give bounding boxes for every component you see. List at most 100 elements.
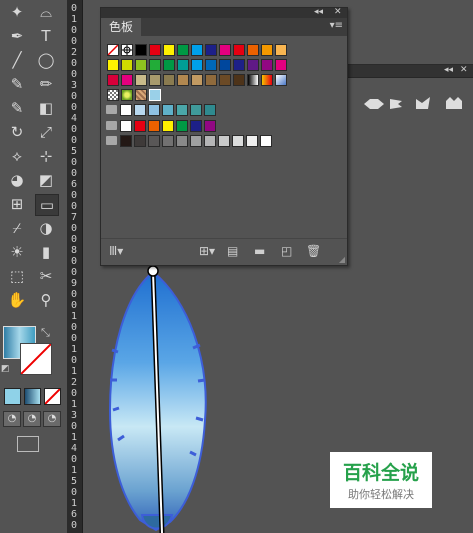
- line-icon[interactable]: ╱: [6, 50, 28, 70]
- color-swatch[interactable]: [191, 74, 203, 86]
- color-swatch[interactable]: [135, 89, 147, 101]
- blob-brush-icon[interactable]: ✎: [6, 98, 28, 118]
- color-swatch[interactable]: [163, 74, 175, 86]
- color-swatch[interactable]: [260, 135, 272, 147]
- color-swatch[interactable]: [205, 59, 217, 71]
- color-swatch[interactable]: [162, 104, 174, 116]
- color-swatch[interactable]: [275, 44, 287, 56]
- draw-behind-icon[interactable]: ◔: [23, 411, 41, 427]
- swatch-libraries-menu-icon[interactable]: Ⅲ▾: [109, 245, 123, 257]
- ellipse-icon[interactable]: ◯: [35, 50, 57, 70]
- eraser-icon[interactable]: ◧: [35, 98, 57, 118]
- color-swatch[interactable]: [107, 89, 119, 101]
- color-swatch[interactable]: [205, 44, 217, 56]
- rotate-icon[interactable]: ↻: [6, 122, 28, 142]
- paintbrush-icon[interactable]: ✎: [6, 74, 28, 94]
- color-swatch[interactable]: [190, 120, 202, 132]
- pencil-icon[interactable]: ✏: [35, 74, 57, 94]
- free-transform-icon[interactable]: ⊹: [35, 146, 57, 166]
- new-color-group-icon[interactable]: ▬: [254, 245, 265, 257]
- color-group-folder-icon[interactable]: [106, 121, 117, 130]
- close-icon[interactable]: ✕: [460, 65, 468, 75]
- color-swatch[interactable]: [177, 44, 189, 56]
- color-swatch[interactable]: [162, 120, 174, 132]
- color-swatch[interactable]: [204, 135, 216, 147]
- color-swatch[interactable]: [148, 104, 160, 116]
- color-swatch[interactable]: [191, 59, 203, 71]
- perspective-icon[interactable]: ◩: [35, 170, 57, 190]
- color-swatch[interactable]: [204, 120, 216, 132]
- none-swatch[interactable]: [107, 44, 119, 56]
- color-swatch[interactable]: [177, 59, 189, 71]
- magic-wand-icon[interactable]: ✦: [6, 2, 28, 22]
- color-swatch[interactable]: [275, 59, 287, 71]
- none-mode-icon[interactable]: [44, 388, 61, 405]
- resize-grip-icon[interactable]: ◢: [339, 255, 345, 264]
- new-swatch-icon[interactable]: ◰: [281, 245, 292, 257]
- color-swatch[interactable]: [120, 120, 132, 132]
- color-swatch[interactable]: [121, 59, 133, 71]
- panel-menu-icon[interactable]: ▾≡: [330, 20, 343, 31]
- color-swatch[interactable]: [261, 44, 273, 56]
- color-swatch[interactable]: [149, 89, 161, 101]
- delete-swatch-icon[interactable]: 🗑: [306, 245, 321, 257]
- eyedropper-icon[interactable]: ⌿: [6, 218, 28, 238]
- color-swatch[interactable]: [219, 74, 231, 86]
- color-swatch[interactable]: [191, 44, 203, 56]
- color-swatch[interactable]: [246, 135, 258, 147]
- default-colors-icon[interactable]: ◩: [1, 364, 10, 374]
- color-swatch[interactable]: [176, 135, 188, 147]
- color-swatch[interactable]: [247, 59, 259, 71]
- show-swatch-kinds-icon[interactable]: ⊞▾: [199, 245, 215, 257]
- color-swatch[interactable]: [176, 104, 188, 116]
- swatch-options-icon[interactable]: ▤: [227, 245, 238, 257]
- color-swatch[interactable]: [219, 59, 231, 71]
- color-swatch[interactable]: [176, 120, 188, 132]
- color-swatch[interactable]: [275, 74, 287, 86]
- color-swatch[interactable]: [163, 59, 175, 71]
- color-swatch[interactable]: [120, 104, 132, 116]
- gradient-icon[interactable]: ▭: [35, 194, 59, 216]
- collapse-icon[interactable]: ◂◂: [444, 65, 453, 75]
- color-swatch[interactable]: [261, 59, 273, 71]
- color-swatch[interactable]: [190, 135, 202, 147]
- tab-swatches[interactable]: 色板: [101, 18, 142, 36]
- color-swatch[interactable]: [247, 44, 259, 56]
- color-swatch[interactable]: [232, 135, 244, 147]
- swap-fill-stroke-icon[interactable]: ⤡: [41, 326, 50, 340]
- artboard-icon[interactable]: ⬚: [6, 266, 28, 286]
- width-icon[interactable]: ⟡: [6, 146, 28, 166]
- color-swatch[interactable]: [135, 59, 147, 71]
- color-swatch[interactable]: [107, 74, 119, 86]
- color-swatch[interactable]: [121, 74, 133, 86]
- pen-icon[interactable]: ✒: [6, 26, 28, 46]
- color-swatch[interactable]: [135, 74, 147, 86]
- color-swatch[interactable]: [148, 120, 160, 132]
- lasso-icon[interactable]: ⌓: [35, 2, 57, 22]
- color-mode-icon[interactable]: [4, 388, 21, 405]
- color-swatch[interactable]: [149, 44, 161, 56]
- registration-swatch[interactable]: [121, 44, 133, 56]
- color-swatch[interactable]: [233, 44, 245, 56]
- color-swatch[interactable]: [205, 74, 217, 86]
- color-swatch[interactable]: [190, 104, 202, 116]
- color-swatch[interactable]: [149, 74, 161, 86]
- color-swatch[interactable]: [120, 135, 132, 147]
- color-swatch[interactable]: [218, 135, 230, 147]
- color-swatch[interactable]: [233, 74, 245, 86]
- mesh-icon[interactable]: ⊞: [6, 194, 28, 214]
- color-swatch[interactable]: [163, 44, 175, 56]
- draw-inside-icon[interactable]: ◔: [43, 411, 61, 427]
- color-swatch[interactable]: [149, 59, 161, 71]
- blend-icon[interactable]: ◑: [35, 218, 57, 238]
- color-swatch[interactable]: [134, 104, 146, 116]
- color-swatch[interactable]: [162, 135, 174, 147]
- color-swatch[interactable]: [177, 74, 189, 86]
- screen-mode-icon[interactable]: [17, 436, 39, 452]
- scale-icon[interactable]: ⤢: [35, 122, 57, 142]
- collapse-icon[interactable]: ◂◂: [314, 7, 323, 17]
- hand-icon[interactable]: ✋: [6, 290, 28, 310]
- color-swatch[interactable]: [219, 44, 231, 56]
- color-swatch[interactable]: [247, 74, 259, 86]
- color-swatch[interactable]: [233, 59, 245, 71]
